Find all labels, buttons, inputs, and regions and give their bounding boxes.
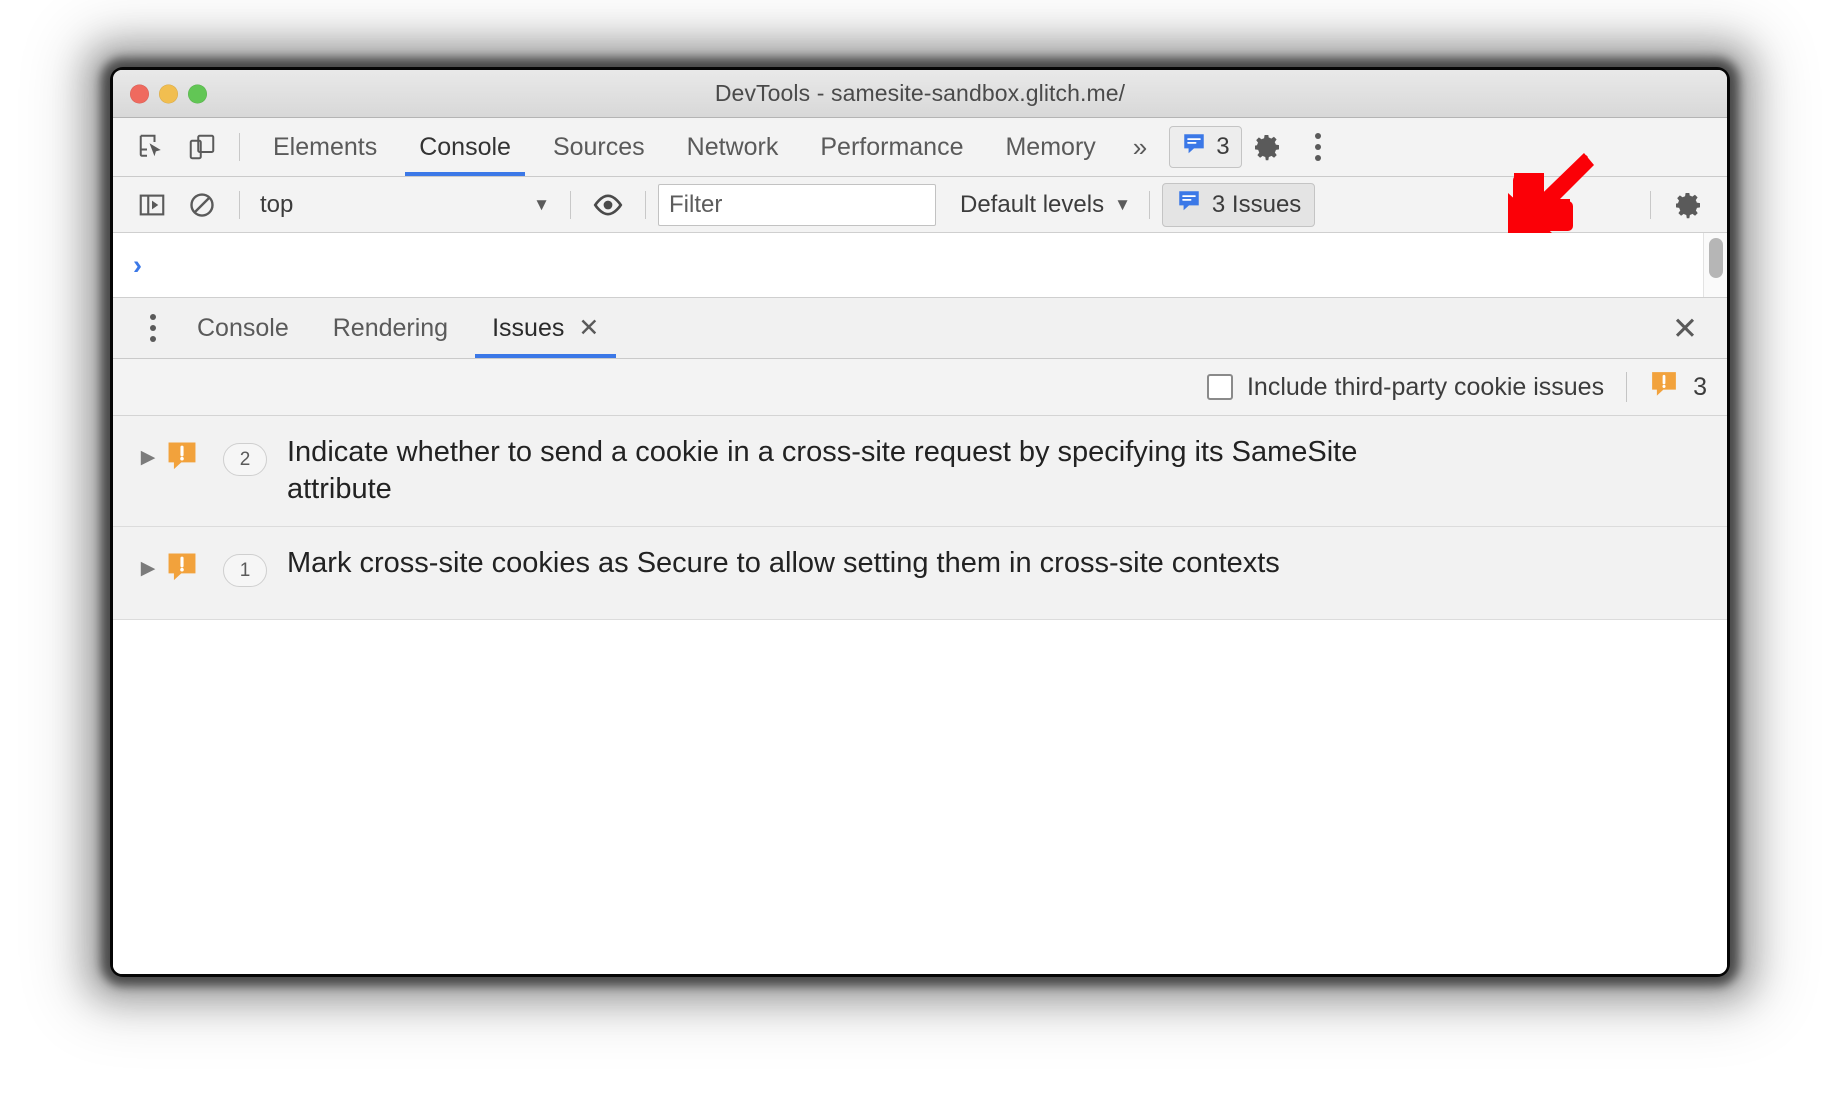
- console-issues-button[interactable]: 3 Issues: [1161, 182, 1316, 227]
- tab-network[interactable]: Network: [666, 119, 800, 176]
- log-levels-select[interactable]: Default levels ▼: [954, 185, 1137, 225]
- console-toolbar-divider: [645, 190, 646, 219]
- gear-icon[interactable]: [1242, 125, 1292, 169]
- issue-title: Mark cross-site cookies as Secure to all…: [287, 547, 1280, 580]
- log-levels-label: Default levels: [960, 190, 1105, 218]
- clear-console-icon[interactable]: [177, 183, 227, 227]
- devtools-window: DevTools - samesite-sandbox.glitch.me/ E…: [113, 70, 1727, 974]
- issues-total-count-group: 3: [1649, 369, 1707, 406]
- drawer-tab-issues-label: Issues: [492, 313, 565, 342]
- console-toolbar-divider: [1650, 190, 1651, 219]
- console-prompt-chevron-icon: ›: [133, 249, 142, 280]
- issues-toolbar-divider: [1626, 372, 1628, 402]
- tab-console-label: Console: [419, 132, 511, 161]
- drawer-tab-console[interactable]: Console: [175, 299, 311, 358]
- expand-triangle-icon[interactable]: ▶: [131, 448, 165, 467]
- console-scrollbar[interactable]: [1703, 233, 1727, 297]
- issues-panel-toolbar: Include third-party cookie issues 3: [113, 359, 1727, 416]
- tab-sources[interactable]: Sources: [532, 119, 666, 176]
- window-title: DevTools - samesite-sandbox.glitch.me/: [714, 80, 1126, 106]
- include-third-party-cookie-issues-checkbox[interactable]: Include third-party cookie issues: [1206, 372, 1605, 402]
- tab-elements-label: Elements: [273, 132, 378, 161]
- console-toolbar-divider: [1148, 190, 1150, 219]
- execution-context-value: top: [260, 190, 294, 218]
- minimize-window-button[interactable]: [159, 84, 178, 103]
- console-toolbar: top ▼ Default levels ▼: [113, 177, 1727, 233]
- tab-performance-label: Performance: [820, 132, 964, 161]
- traffic-lights: [130, 84, 207, 103]
- warning-issue-icon: [1649, 369, 1679, 406]
- inspect-element-icon[interactable]: [127, 125, 177, 169]
- console-toolbar-divider: [239, 190, 240, 219]
- issues-message-icon: [1176, 188, 1202, 221]
- toolbar-divider: [239, 133, 240, 161]
- kebab-dot: [1314, 133, 1321, 139]
- tab-memory-label: Memory: [1005, 132, 1096, 161]
- close-icon[interactable]: ✕: [578, 315, 599, 341]
- execution-context-select[interactable]: top ▼: [252, 185, 558, 225]
- issue-title: Indicate whether to send a cookie in a c…: [287, 436, 1358, 506]
- kebab-dot: [150, 325, 156, 331]
- tab-sources-label: Sources: [552, 132, 645, 161]
- issues-total-count: 3: [1693, 372, 1707, 401]
- close-window-button[interactable]: [130, 84, 149, 103]
- zoom-window-button[interactable]: [188, 84, 207, 103]
- screenshot-root: DevTools - samesite-sandbox.glitch.me/ E…: [0, 0, 1836, 1118]
- tab-elements[interactable]: Elements: [252, 119, 398, 176]
- drawer-tab-rendering[interactable]: Rendering: [311, 299, 470, 358]
- drawer-menu-icon[interactable]: [131, 306, 175, 350]
- drawer-tab-issues[interactable]: Issues ✕: [470, 299, 621, 358]
- issues-list: ▶ 2 Indicate whether to send a cookie in…: [113, 416, 1727, 974]
- issue-count-badge: 1: [223, 554, 267, 588]
- tab-console[interactable]: Console: [398, 119, 532, 176]
- issues-message-icon: [1181, 131, 1207, 164]
- include-third-party-cookie-issues-label: Include third-party cookie issues: [1246, 372, 1605, 401]
- warning-issue-icon: [165, 439, 211, 478]
- issue-count-badge: 2: [223, 443, 267, 476]
- issue-row[interactable]: ▶ 2 Indicate whether to send a cookie in…: [113, 416, 1727, 528]
- tab-performance[interactable]: Performance: [799, 119, 984, 176]
- device-toolbar-icon[interactable]: [177, 125, 227, 169]
- eye-icon[interactable]: [583, 183, 633, 227]
- console-sidebar-icon[interactable]: [127, 183, 177, 227]
- console-settings-gear-icon[interactable]: [1663, 183, 1713, 227]
- tab-network-label: Network: [686, 132, 779, 161]
- drawer-tabbar: Console Rendering Issues ✕ ✕: [113, 298, 1727, 359]
- drawer-tab-console-label: Console: [197, 313, 289, 342]
- more-tabs-chevron-icon[interactable]: »: [1117, 125, 1163, 169]
- expand-triangle-icon[interactable]: ▶: [131, 559, 165, 578]
- console-issues-button-label: 3 Issues: [1211, 190, 1302, 218]
- kebab-dot: [150, 314, 156, 320]
- customize-devtools-kebab-icon[interactable]: [1296, 125, 1340, 169]
- chevron-down-icon: ▼: [1114, 194, 1131, 214]
- toolbar-issues-count: 3: [1216, 133, 1230, 160]
- chevron-down-icon: ▼: [533, 194, 550, 214]
- tab-memory[interactable]: Memory: [984, 119, 1116, 176]
- kebab-dot: [150, 336, 156, 342]
- console-output-area[interactable]: ›: [113, 233, 1727, 298]
- checkbox-box[interactable]: [1206, 374, 1233, 400]
- kebab-dot: [1314, 155, 1321, 161]
- drawer-tab-rendering-label: Rendering: [332, 313, 449, 342]
- console-scrollbar-thumb[interactable]: [1709, 238, 1723, 278]
- window-titlebar: DevTools - samesite-sandbox.glitch.me/: [113, 70, 1727, 118]
- console-toolbar-divider: [570, 190, 571, 219]
- devtools-main-toolbar: Elements Console Sources Network Perform…: [113, 118, 1727, 177]
- more-tabs-label: »: [1132, 131, 1148, 162]
- kebab-dot: [1314, 144, 1321, 150]
- issue-row[interactable]: ▶ 1 Mark cross-site cookies as Secure to…: [113, 527, 1727, 621]
- warning-issue-icon: [165, 550, 211, 589]
- toolbar-issues-badge[interactable]: 3: [1169, 126, 1242, 168]
- close-drawer-icon[interactable]: ✕: [1663, 306, 1707, 350]
- console-filter-input[interactable]: [658, 183, 936, 226]
